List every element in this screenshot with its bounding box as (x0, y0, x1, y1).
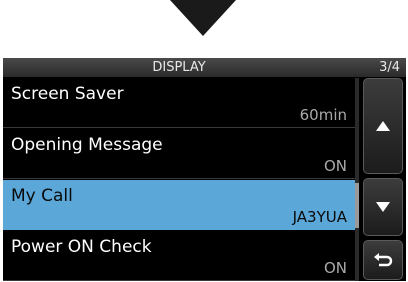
back-button[interactable] (363, 240, 403, 280)
pointer-down-arrow-icon (170, 0, 236, 36)
page-indicator: 3/4 (379, 60, 400, 75)
list-item-screen-saver[interactable]: Screen Saver 60min (3, 78, 355, 128)
item-label: My Call (11, 186, 73, 206)
up-arrow-icon (376, 121, 390, 131)
down-arrow-icon (376, 202, 390, 212)
settings-list: Screen Saver 60min Opening Message ON My… (3, 78, 355, 281)
item-value: ON (323, 157, 347, 175)
item-label: Screen Saver (11, 84, 124, 104)
item-label: Power ON Check (11, 237, 152, 257)
list-item-my-call[interactable]: My Call JA3YUA (3, 180, 355, 230)
list-item-power-on-check[interactable]: Power ON Check ON (3, 231, 355, 281)
item-value: 60min (299, 106, 347, 124)
menu-header: DISPLAY 3/4 (3, 58, 406, 77)
list-item-opening-message[interactable]: Opening Message ON (3, 129, 355, 179)
item-value: JA3YUA (292, 208, 347, 226)
item-label: Opening Message (11, 135, 163, 155)
return-arrow-icon (374, 253, 393, 267)
scroll-down-button[interactable] (363, 178, 403, 236)
scrollbar[interactable] (355, 78, 359, 281)
scrollbar-thumb[interactable] (355, 183, 359, 228)
radio-display-screen: DISPLAY 3/4 Screen Saver 60min Opening M… (3, 58, 406, 281)
item-value: ON (323, 259, 347, 277)
menu-title: DISPLAY (152, 60, 206, 75)
scroll-up-button[interactable] (363, 78, 403, 174)
